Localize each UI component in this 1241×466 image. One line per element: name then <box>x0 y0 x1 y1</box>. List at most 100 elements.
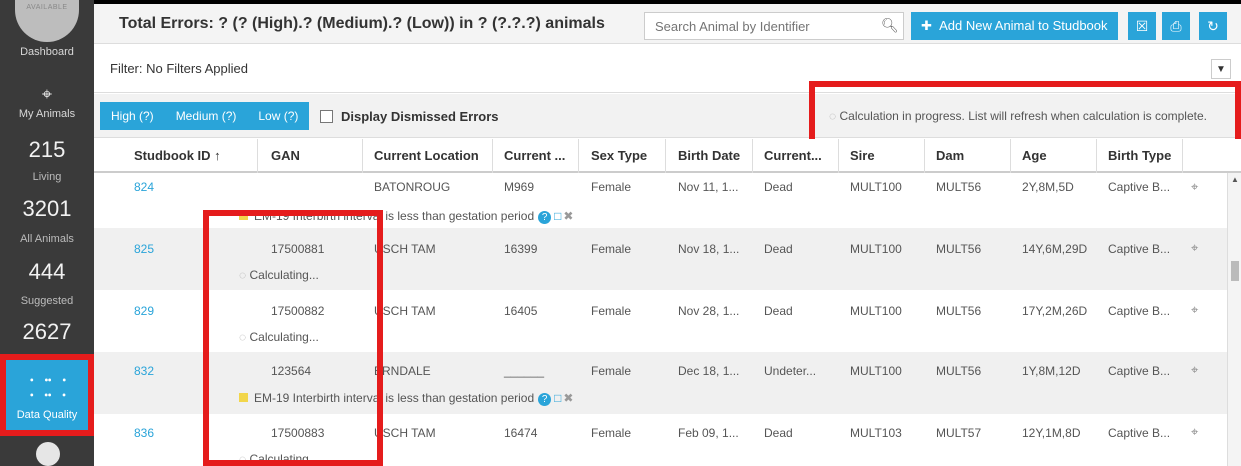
sex-cell: Female <box>591 426 632 440</box>
spinner-icon: ◌ <box>239 330 247 344</box>
pin-icon[interactable]: ⌖ <box>1191 179 1198 195</box>
table-row[interactable]: 825 17500881 USCH TAM 16399 Female Nov 1… <box>94 228 1227 290</box>
studbook-id-link[interactable]: 824 <box>134 180 154 194</box>
gan-cell: 123564 <box>271 364 312 378</box>
pie-chart-icon[interactable] <box>36 442 60 466</box>
suggested-count[interactable]: 444 <box>0 259 94 285</box>
gan-cell: 17500883 <box>271 426 325 440</box>
search-icon[interactable]: 🔍︎ <box>881 17 899 34</box>
table-header: Studbook ID ↑ GAN Current Location Curre… <box>94 139 1241 173</box>
sidebar-item-my-animals[interactable]: My Animals <box>0 108 94 120</box>
column-separator <box>1010 139 1011 173</box>
studbook-id-link[interactable]: 836 <box>134 426 154 440</box>
severity-medium-button[interactable]: Medium (?) <box>165 102 248 130</box>
location-cell: BATONROUG <box>374 180 451 194</box>
column-separator <box>838 139 839 173</box>
help-icon[interactable]: ? <box>538 211 552 224</box>
column-birth-date[interactable]: Birth Date <box>678 148 740 163</box>
calculating-status: ◌ Calculating... <box>239 452 319 466</box>
dam-cell: MULT57 <box>936 426 982 440</box>
living-label: Living <box>32 171 62 183</box>
calculating-text: Calculating... <box>249 268 319 282</box>
pin-icon: ⌖ <box>41 84 53 104</box>
note-icon[interactable]: □ <box>554 209 561 223</box>
current-cell: 16474 <box>504 426 538 440</box>
studbook-id-link[interactable]: 832 <box>134 364 154 378</box>
dismissed-errors-label: Display Dismissed Errors <box>341 109 499 124</box>
sire-cell: MULT100 <box>850 242 902 256</box>
suggested-label: Suggested <box>20 295 74 307</box>
search-input[interactable] <box>644 12 904 40</box>
birth-type-cell: Captive B... <box>1108 180 1171 194</box>
table-row[interactable]: 829 17500882 USCH TAM 16405 Female Nov 2… <box>94 290 1227 352</box>
add-animal-button[interactable]: ✚ Add New Animal to Studbook <box>911 12 1118 40</box>
severity-high-button[interactable]: High (?) <box>100 102 165 130</box>
scrollbar[interactable]: ▲ <box>1227 173 1241 466</box>
sire-cell: MULT100 <box>850 364 902 378</box>
avatar[interactable]: AVAILABLE <box>15 0 79 42</box>
living-count[interactable]: 215 <box>0 137 94 163</box>
excel-export-icon[interactable]: ☒ <box>1128 12 1156 40</box>
birth-date-cell: Dec 18, 1... <box>678 364 740 378</box>
column-current-location[interactable]: Current Location <box>374 148 479 163</box>
table-row[interactable]: 824 BATONROUG M969 Female Nov 11, 1... D… <box>94 173 1227 227</box>
column-birth-type[interactable]: Birth Type <box>1108 148 1171 163</box>
sex-cell: Female <box>591 180 632 194</box>
current-cell: ______ <box>504 364 545 378</box>
refresh-icon[interactable]: ↻ <box>1199 12 1227 40</box>
severity-toggle: High (?) Medium (?) Low (?) <box>100 102 310 130</box>
severity-low-button[interactable]: Low (?) <box>247 102 309 130</box>
pin-icon[interactable]: ⌖ <box>1191 240 1198 256</box>
status-cell: Dead <box>764 180 793 194</box>
add-animal-label: Add New Animal to Studbook <box>939 18 1108 33</box>
sidebar-item-data-quality[interactable]: ⸬⸬ Data Quality <box>3 359 91 431</box>
column-age[interactable]: Age <box>1022 148 1047 163</box>
column-current[interactable]: Current ... <box>504 148 565 163</box>
column-gan[interactable]: GAN <box>271 148 300 163</box>
pin-icon[interactable]: ⌖ <box>1191 424 1198 440</box>
pin-icon[interactable]: ⌖ <box>1191 302 1198 318</box>
table-row[interactable]: 836 17500883 USCH TAM 16474 Female Feb 0… <box>94 414 1227 466</box>
calculation-message-text: Calculation in progress. List will refre… <box>839 109 1207 123</box>
column-separator <box>665 139 666 173</box>
column-dam[interactable]: Dam <box>936 148 964 163</box>
birth-type-cell: Captive B... <box>1108 426 1171 440</box>
table-row[interactable]: 832 123564 ERNDALE ______ Female Dec 18,… <box>94 352 1227 414</box>
error-text: EM-19 Interbirth interval is less than g… <box>254 209 535 223</box>
sidebar-item-label: Dashboard <box>20 46 74 58</box>
help-icon[interactable]: ? <box>538 393 552 406</box>
birth-type-cell: Captive B... <box>1108 364 1171 378</box>
location-cell: USCH TAM <box>374 304 436 318</box>
pdf-export-icon[interactable]: ⎙ <box>1162 12 1190 40</box>
age-cell: 1Y,8M,12D <box>1022 364 1081 378</box>
dam-cell: MULT56 <box>936 304 982 318</box>
dismissed-errors-checkbox[interactable] <box>320 110 333 123</box>
column-current-status[interactable]: Current... <box>764 148 822 163</box>
sex-cell: Female <box>591 364 632 378</box>
sidebar-item-dashboard[interactable]: Dashboard <box>0 46 94 58</box>
dismiss-icon[interactable]: ✖ <box>563 391 573 405</box>
column-separator <box>752 139 753 173</box>
note-icon[interactable]: □ <box>554 391 561 405</box>
birth-type-cell: Captive B... <box>1108 242 1171 256</box>
current-cell: 16399 <box>504 242 538 256</box>
birth-date-cell: Nov 18, 1... <box>678 242 740 256</box>
scroll-up-icon[interactable]: ▲ <box>1228 175 1241 184</box>
avatar-text: AVAILABLE <box>26 4 68 11</box>
studbook-id-link[interactable]: 829 <box>134 304 154 318</box>
spinner-icon: ◌ <box>239 268 247 282</box>
column-separator <box>1182 139 1183 173</box>
dismiss-icon[interactable]: ✖ <box>563 209 573 223</box>
column-separator <box>578 139 579 173</box>
scroll-thumb[interactable] <box>1231 261 1239 281</box>
pin-icon[interactable]: ⌖ <box>1191 362 1198 378</box>
status-cell: Dead <box>764 304 793 318</box>
column-studbook-id[interactable]: Studbook ID ↑ <box>134 148 221 163</box>
data-quality-count[interactable]: 2627 <box>0 319 94 345</box>
studbook-id-link[interactable]: 825 <box>134 242 154 256</box>
severity-bar: High (?) Medium (?) Low (?) Display Dism… <box>94 94 1241 138</box>
all-animals-count[interactable]: 3201 <box>0 196 94 222</box>
chevron-down-icon[interactable]: ▼ <box>1211 59 1231 79</box>
column-sex-type[interactable]: Sex Type <box>591 148 647 163</box>
column-sire[interactable]: Sire <box>850 148 875 163</box>
